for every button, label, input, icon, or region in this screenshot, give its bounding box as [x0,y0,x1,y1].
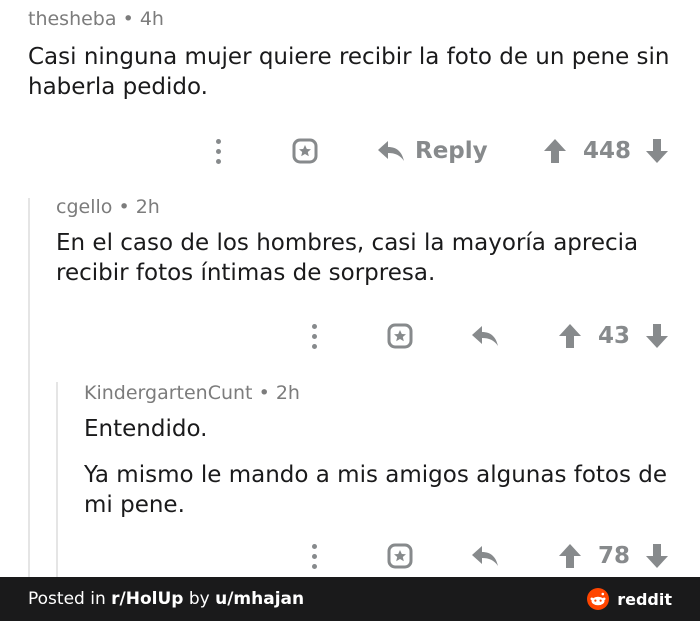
user-link[interactable]: u/mhajan [215,589,304,609]
by-label: by [188,589,210,609]
reddit-wordmark: reddit [617,589,672,609]
upvote-button[interactable] [543,138,567,164]
vote-score: 448 [583,138,632,164]
reply-label: Reply [415,138,488,164]
upvote-arrow-icon [559,324,581,348]
meta-separator: • [122,8,134,30]
posted-in-label: Posted in [28,589,106,609]
comment-meta: thesheba • 4h [28,8,678,30]
comment-body: Entendido. Ya mismo le mando a mis amigo… [84,414,684,520]
upvote-arrow-icon [544,139,566,163]
comment-body: Casi ninguna mujer quiere recibir la fot… [28,42,678,102]
comment-author[interactable]: thesheba [28,8,117,30]
vote-score: 43 [598,323,631,349]
award-button[interactable] [386,542,414,570]
more-options-button[interactable] [215,138,221,164]
more-dots-icon [311,543,317,569]
vote-score: 78 [598,543,631,569]
downvote-button[interactable] [645,323,669,349]
more-options-button[interactable] [311,543,317,569]
reply-button[interactable] [471,324,499,348]
comment-body: En el caso de los hombres, casi la mayor… [56,228,686,288]
posted-in-text: Posted in r/HolUp by u/mhajan [28,589,304,609]
subreddit-link[interactable]: r/HolUp [111,589,183,609]
comment-line: recibir fotos íntimas de sorpresa. [56,260,436,286]
upvote-button[interactable] [558,323,582,349]
reddit-brand: reddit [587,588,672,610]
downvote-arrow-icon [646,139,668,163]
award-icon [387,323,413,349]
comment-line: haberla pedido. [28,74,208,100]
reply-button[interactable]: Reply [377,138,488,164]
comment-kindergartencunt: KindergartenCunt • 2h Entendido. Ya mism… [84,382,684,520]
reply-arrow-icon [472,326,498,346]
comment-cgello: cgello • 2h En el caso de los hombres, c… [56,196,686,288]
comment-line: En el caso de los hombres, casi la mayor… [56,230,639,256]
reddit-logo-icon [587,588,610,610]
comment-thesheba: thesheba • 4h Casi ninguna mujer quiere … [28,8,678,102]
comment-meta: cgello • 2h [56,196,686,218]
more-options-button[interactable] [311,323,317,349]
more-dots-icon [215,138,221,164]
award-button[interactable] [386,322,414,350]
comment-actions: Reply 448 [0,131,700,171]
comment-line: Casi ninguna mujer quiere recibir la fot… [28,44,670,70]
downvote-button[interactable] [645,138,669,164]
comment-line [84,444,684,460]
comment-line: Ya mismo le mando a mis amigos algunas f… [84,462,668,488]
comment-age: 4h [139,8,164,30]
award-button[interactable] [291,137,319,165]
award-icon [292,138,318,164]
meta-separator: • [258,382,270,404]
comment-line: mi pene. [84,492,185,518]
upvote-arrow-icon [559,544,581,568]
comment-meta: KindergartenCunt • 2h [84,382,684,404]
comment-author[interactable]: KindergartenCunt [84,382,253,404]
reply-arrow-icon [472,546,498,566]
downvote-button[interactable] [645,543,669,569]
footer-bar: Posted in r/HolUp by u/mhajan reddit [0,577,700,621]
comment-age: 2h [135,196,160,218]
upvote-button[interactable] [558,543,582,569]
downvote-arrow-icon [646,544,668,568]
more-dots-icon [311,323,317,349]
comment-age: 2h [275,382,300,404]
reply-arrow-icon [378,141,404,161]
comment-actions: 43 [0,316,700,356]
comment-actions: 78 [0,536,700,576]
thread-line-level-1 [28,198,30,577]
downvote-arrow-icon [646,324,668,348]
comment-line: Entendido. [84,416,208,442]
meta-separator: • [118,196,130,218]
comment-author[interactable]: cgello [56,196,112,218]
award-icon [387,543,413,569]
reply-button[interactable] [471,544,499,568]
